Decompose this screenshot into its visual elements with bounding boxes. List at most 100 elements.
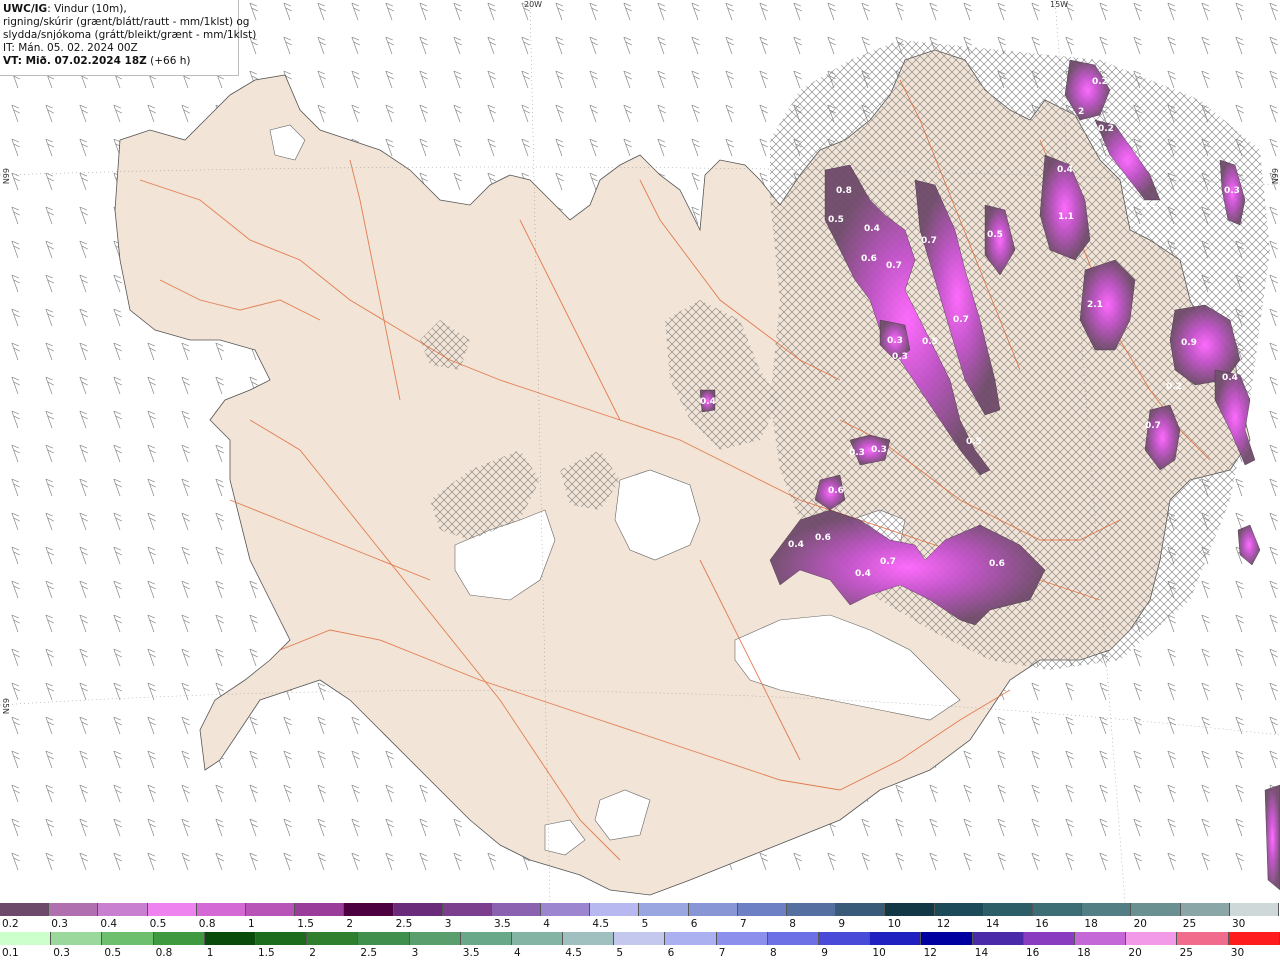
- colorbar-label: 18: [1077, 947, 1091, 959]
- legend-line3: slydda/snjókoma (grátt/bleikt/grænt - mm…: [3, 29, 257, 41]
- precip-value: 0.6: [861, 254, 877, 264]
- colorbar-label: 5: [616, 947, 624, 959]
- colorbar-swatch: [1180, 903, 1230, 916]
- colorbar-label: 7: [740, 918, 747, 930]
- precip-value: 0.8: [836, 186, 852, 196]
- colorbar-swatch: [196, 903, 246, 916]
- colorbar-swatch: [1074, 932, 1127, 945]
- colorbar-label: 0.1: [2, 947, 19, 959]
- map-legend-box: UWC/IG: Vindur (10m), rigning/skúrir (gr…: [0, 0, 257, 76]
- colorbar-swatch: [921, 932, 973, 945]
- colorbar-label: 8: [770, 947, 777, 959]
- colorbar-swatch: [983, 903, 1033, 916]
- precip-value: 0.4: [855, 569, 871, 579]
- colorbar-swatch: [787, 903, 837, 916]
- colorbar-swatch: [737, 903, 787, 916]
- precip-value: 0.7: [953, 315, 969, 325]
- precip-value: 0.3: [887, 336, 903, 346]
- precip-value: 0.7: [886, 261, 902, 271]
- colorbar-swatch: [639, 903, 689, 916]
- colorbar-label: 4: [543, 918, 550, 930]
- colorbar-label: 9: [838, 918, 846, 930]
- colorbar-label: 0.5: [104, 947, 122, 959]
- colorbar-label: 0.3: [51, 918, 68, 930]
- colorbar-swatch: [688, 903, 738, 916]
- colorbar-swatch: [836, 903, 886, 916]
- colorbar-label: 18: [1084, 918, 1098, 930]
- colorbar-label: 0.4: [100, 918, 118, 930]
- precip-value: 0.6: [815, 533, 831, 543]
- colorbar-swatch: [393, 903, 443, 916]
- colorbar-label: 2: [346, 918, 354, 930]
- colorbar-swatch: [1032, 903, 1083, 916]
- colorbar-label: 0.3: [53, 947, 70, 959]
- colorbar-label: 0.8: [198, 918, 216, 930]
- precip-value: 0.5: [922, 337, 938, 347]
- snow-colorbar: [0, 903, 1280, 916]
- precip-value: 1.1: [1058, 212, 1074, 222]
- precip-value: 0.6: [989, 559, 1005, 569]
- colorbar-label: 12: [923, 947, 937, 959]
- colorbar-swatch: [51, 932, 103, 945]
- colorbar-swatch: [590, 903, 640, 916]
- colorbar-label: 3.5: [462, 947, 480, 959]
- colorbar-label: 4.5: [565, 947, 582, 959]
- colorbar-label: 25: [1182, 918, 1197, 930]
- colorbar-label: 8: [789, 918, 796, 930]
- colorbar-label: 14: [974, 947, 989, 959]
- precip-value: 0.2: [1098, 124, 1114, 134]
- colorbar-swatch: [511, 932, 564, 945]
- colorbar-swatch: [358, 932, 410, 945]
- precip-value: 0.4: [1057, 165, 1073, 175]
- colorbar-label: 1: [248, 918, 255, 930]
- colorbar-label: 20: [1133, 918, 1147, 930]
- colorbar-swatch: [1229, 903, 1279, 916]
- colorbar-swatch: [49, 903, 99, 916]
- colorbar-swatch: [460, 932, 512, 945]
- colorbar-label: 5: [641, 918, 649, 930]
- colorbar-swatch: [934, 903, 984, 916]
- legend-line2: rigning/skúrir (grænt/blátt/rautt - mm/1…: [3, 16, 250, 28]
- precip-value: 0.4: [788, 540, 804, 550]
- colorbar-swatch: [1082, 903, 1132, 916]
- colorbar-label: 4: [514, 947, 521, 959]
- colorbar-swatch: [972, 932, 1024, 945]
- colorbar-swatch: [98, 903, 148, 916]
- colorbar-label: 3: [411, 947, 419, 959]
- precip-value: 0.2: [1141, 200, 1157, 210]
- colorbar-label: 14: [986, 918, 1000, 930]
- colorbar-swatch: [307, 932, 359, 945]
- precip-value: 0.5: [966, 437, 982, 447]
- rain-colorbar: [0, 932, 1280, 945]
- colorbar-label: 7: [718, 947, 726, 959]
- weather-map: 0.2 2 0.2 0.8 0.5 0.4 0.7 0.6 0.7 0.5 0.…: [0, 0, 1280, 902]
- colorbar-swatch: [491, 903, 542, 916]
- precip-value: 0.5: [987, 230, 1003, 240]
- lat-label-66n-right: 66N: [1270, 168, 1279, 185]
- precip-value: 0.7: [1145, 421, 1161, 431]
- colorbar-swatch: [1228, 932, 1280, 945]
- colorbar-swatch: [255, 932, 308, 945]
- colorbar-label: 9: [821, 947, 828, 959]
- precip-value: 0.6: [828, 486, 844, 496]
- precip-value: 0.3: [871, 445, 887, 455]
- colorbar-swatch: [819, 932, 871, 945]
- precip-value: 0.4: [700, 397, 716, 407]
- colorbar-label: 4.5: [592, 918, 610, 930]
- precip-value: 0.7: [921, 236, 937, 246]
- colorbar-swatch: [716, 932, 768, 945]
- colorbar-label: 2: [309, 947, 316, 959]
- colorbar-label: 0.8: [155, 947, 173, 959]
- precip-value: 0.3: [892, 352, 908, 362]
- colorbar-swatch: [1126, 932, 1178, 945]
- colorbar-swatch: [409, 932, 461, 945]
- precip-value: 0.2: [1092, 77, 1108, 87]
- precip-value: 0.9: [1181, 338, 1197, 348]
- lat-label-66n-left: 66N: [1, 168, 10, 185]
- init-time: IT: Mán. 05. 02. 2024 00Z: [3, 42, 138, 54]
- colorbar-label: 10: [887, 918, 901, 930]
- colorbar-label: 10: [872, 947, 886, 959]
- snow-colorbar-labels: 0.2 0.3 0.4 0.5 0.8 1 1.5 2 2.5 3 3.5 4 4.5 5 6 7 8 9 10 12…: [0, 916, 1280, 932]
- colorbar-swatch: [344, 903, 394, 916]
- colorbar-swatch: [665, 932, 717, 945]
